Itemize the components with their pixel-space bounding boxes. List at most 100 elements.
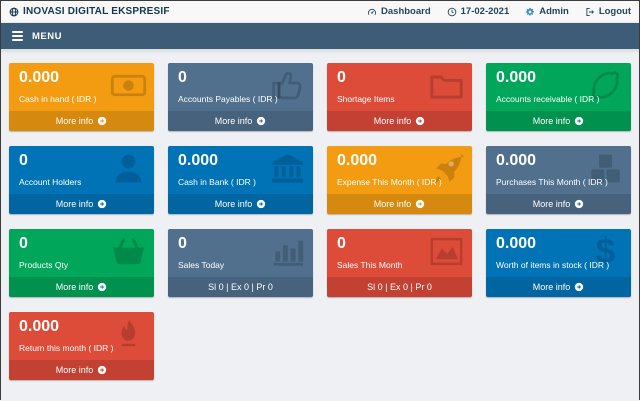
more-info-link[interactable]: More info [9,111,154,131]
card-footer-label: More info [56,199,94,209]
globe-icon [9,7,19,17]
more-info-link[interactable]: More info [486,194,631,214]
card-value: 0 [337,235,462,253]
card-value: 0.000 [496,69,621,87]
card-label: Accounts receivable ( IDR ) [496,94,621,104]
nav-admin-label: Admin [539,6,569,17]
more-info-link[interactable]: More info [486,111,631,131]
arrow-circle-right-icon [256,116,266,126]
card-label: Products Qty [19,260,144,270]
brand: INOVASI DIGITAL EKSPRESIF [9,6,170,17]
card-footer-label: More info [374,116,412,126]
card-label: Return this month ( IDR ) [19,343,144,353]
card-value: 0.000 [19,69,144,87]
card-value: 0.000 [178,152,303,170]
stat-card: 0 Accounts Payables ( IDR ) More info [168,63,313,131]
card-value: 0.000 [496,152,621,170]
content-area: 0.000 Cash in hand ( IDR ) More info 0 A… [1,49,639,401]
card-body: 0.000 Expense This Month ( IDR ) [327,146,472,194]
more-info-link[interactable]: More info [168,194,313,214]
arrow-circle-right-icon [97,282,107,292]
arrow-circle-right-icon [574,199,584,209]
cards-grid: 0.000 Cash in hand ( IDR ) More info 0 A… [9,63,631,380]
card-label: Worth of items in stock ( IDR ) [496,260,621,270]
card-label: Sales This Month [337,260,462,270]
more-info-link[interactable]: More info [486,277,631,297]
card-stats-footer: Sl 0 | Ex 0 | Pr 0 [327,277,472,297]
card-footer-label: Sl 0 | Ex 0 | Pr 0 [367,282,432,292]
card-footer-label: More info [56,282,94,292]
hamburger-icon[interactable] [12,31,23,41]
card-footer-label: More info [56,365,94,375]
card-footer-label: More info [56,116,94,126]
arrow-circle-right-icon [574,116,584,126]
stat-card: 0.000 Expense This Month ( IDR ) More in… [327,146,472,214]
stat-card: 0 Sales Today Sl 0 | Ex 0 | Pr 0 [168,229,313,297]
arrow-circle-right-icon [97,365,107,375]
card-body: 0.000 Cash in hand ( IDR ) [9,63,154,111]
navbar-links: Dashboard 17-02-2021 Admin Logout [367,6,631,17]
card-body: 0 Account Holders [9,146,154,194]
card-label: Cash in hand ( IDR ) [19,94,144,104]
card-body: 0.000 Worth of items in stock ( IDR ) [486,229,631,277]
more-info-link[interactable]: More info [9,194,154,214]
arrow-circle-right-icon [415,116,425,126]
arrow-circle-right-icon [97,116,107,126]
more-info-link[interactable]: More info [327,194,472,214]
arrow-circle-right-icon [574,282,584,292]
card-value: 0 [19,235,144,253]
menu-label[interactable]: MENU [32,31,62,42]
nav-admin[interactable]: Admin [525,6,569,17]
card-value: 0 [178,69,303,87]
stat-card: 0.000 Cash in Bank ( IDR ) More info [168,146,313,214]
card-body: 0 Sales This Month [327,229,472,277]
sign-out-icon [585,7,595,17]
card-footer-label: More info [215,199,253,209]
more-info-link[interactable]: More info [327,111,472,131]
nav-logout-label: Logout [599,6,631,17]
card-value: 0 [337,69,462,87]
card-footer-label: More info [374,199,412,209]
tachometer-icon [367,7,377,17]
arrow-circle-right-icon [415,199,425,209]
clock-icon [447,7,457,17]
stat-card: 0 Products Qty More info [9,229,154,297]
stat-card: 0.000 Worth of items in stock ( IDR ) $ … [486,229,631,297]
card-footer-label: More info [215,116,253,126]
card-body: 0.000 Return this month ( IDR ) [9,312,154,360]
stat-card: 0 Account Holders More info [9,146,154,214]
stat-card: 0.000 Purchases This Month ( IDR ) More … [486,146,631,214]
card-body: 0.000 Cash in Bank ( IDR ) [168,146,313,194]
card-body: 0.000 Accounts receivable ( IDR ) [486,63,631,111]
card-value: 0 [178,235,303,253]
nav-logout[interactable]: Logout [585,6,631,17]
top-navbar: INOVASI DIGITAL EKSPRESIF Dashboard 17-0… [1,1,639,23]
card-label: Accounts Payables ( IDR ) [178,94,303,104]
card-value: 0.000 [496,235,621,253]
card-footer-label: More info [533,282,571,292]
nav-dashboard-label: Dashboard [381,6,431,17]
more-info-link[interactable]: More info [9,277,154,297]
card-footer-label: Sl 0 | Ex 0 | Pr 0 [208,282,273,292]
nav-date-label: 17-02-2021 [461,6,510,17]
arrow-circle-right-icon [256,199,266,209]
more-info-link[interactable]: More info [9,360,154,380]
more-info-link[interactable]: More info [168,111,313,131]
stat-card: 0.000 Return this month ( IDR ) More inf… [9,312,154,380]
nav-dashboard[interactable]: Dashboard [367,6,431,17]
card-stats-footer: Sl 0 | Ex 0 | Pr 0 [168,277,313,297]
card-label: Account Holders [19,177,144,187]
card-label: Shortage Items [337,94,462,104]
card-label: Cash in Bank ( IDR ) [178,177,303,187]
card-body: 0 Shortage Items [327,63,472,111]
card-body: 0 Products Qty [9,229,154,277]
gear-icon [525,7,535,17]
card-body: 0.000 Purchases This Month ( IDR ) [486,146,631,194]
card-value: 0.000 [19,318,144,336]
nav-date[interactable]: 17-02-2021 [447,6,510,17]
arrow-circle-right-icon [97,199,107,209]
stat-card: 0.000 Cash in hand ( IDR ) More info [9,63,154,131]
card-body: 0 Sales Today [168,229,313,277]
stat-card: 0 Sales This Month Sl 0 | Ex 0 | Pr 0 [327,229,472,297]
menu-bar: MENU [1,23,639,49]
